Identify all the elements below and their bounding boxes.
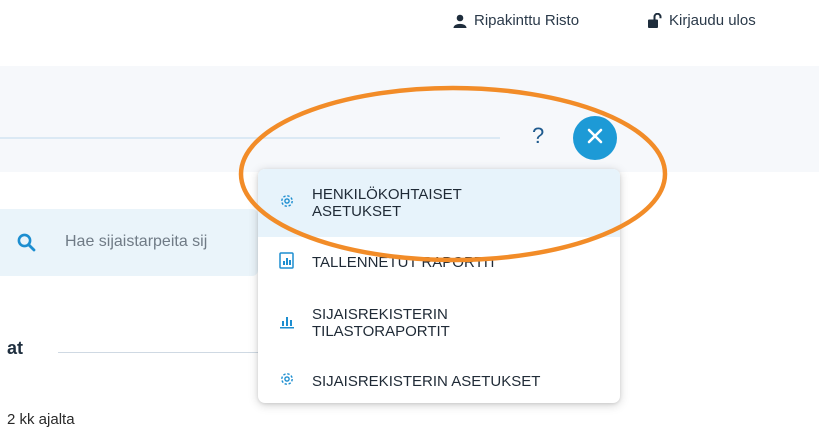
unlock-icon: [648, 13, 662, 28]
header-divider: [0, 137, 500, 139]
logout-link[interactable]: Kirjaudu ulos: [648, 12, 756, 29]
user-name: Ripakinttu Risto: [474, 12, 580, 29]
header-band: [0, 66, 819, 172]
gear-icon: [279, 193, 295, 213]
gear-icon: [279, 371, 295, 391]
menu-item-label-line1: HENKILÖKOHTAISET: [312, 186, 462, 203]
menu-item-label: TALLENNETUT RAPORTIT: [312, 253, 498, 271]
menu-item-label: HENKILÖKOHTAISET ASETUKSET: [312, 186, 462, 220]
help-button[interactable]: ?: [532, 123, 544, 149]
section-divider: [58, 352, 258, 353]
period-text: 2 kk ajalta: [7, 411, 75, 428]
report-icon: [279, 251, 294, 273]
bar-chart-icon: [279, 313, 295, 333]
close-icon: [587, 128, 603, 149]
user-menu-link[interactable]: Ripakinttu Risto: [453, 12, 579, 29]
menu-item-label-line2: TILASTORAPORTIT: [312, 323, 450, 340]
menu-item-saved-reports[interactable]: TALLENNETUT RAPORTIT: [258, 237, 620, 287]
settings-dropdown-menu: HENKILÖKOHTAISET ASETUKSET TALLENNETUT R…: [258, 169, 620, 403]
menu-item-registry-settings[interactable]: SIJAISREKISTERIN ASETUKSET: [258, 359, 620, 403]
menu-item-personal-settings[interactable]: HENKILÖKOHTAISET ASETUKSET: [258, 169, 620, 237]
section-heading: at: [7, 338, 24, 358]
menu-item-label: SIJAISREKISTERIN TILASTORAPORTIT: [312, 306, 450, 340]
top-bar: Ripakinttu Risto Kirjaudu ulos: [0, 0, 819, 46]
menu-item-label-line1: SIJAISREKISTERIN: [312, 306, 448, 323]
logout-label: Kirjaudu ulos: [669, 12, 756, 29]
close-button[interactable]: [573, 116, 617, 160]
search-input[interactable]: Hae sijaistarpeita sij: [65, 233, 207, 251]
user-icon: [453, 14, 467, 28]
search-box[interactable]: Hae sijaistarpeita sij: [0, 209, 258, 276]
search-icon: [17, 233, 36, 257]
menu-item-label: SIJAISREKISTERIN ASETUKSET: [312, 372, 541, 390]
menu-item-statistics-reports[interactable]: SIJAISREKISTERIN TILASTORAPORTIT: [258, 287, 620, 359]
menu-item-label-line2: ASETUKSET: [312, 203, 402, 220]
